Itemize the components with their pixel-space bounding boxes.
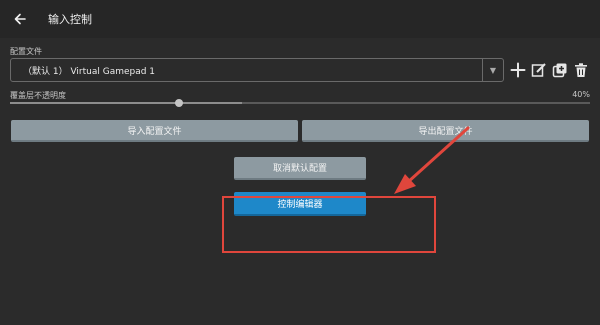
annotation-arrow (394, 126, 470, 194)
